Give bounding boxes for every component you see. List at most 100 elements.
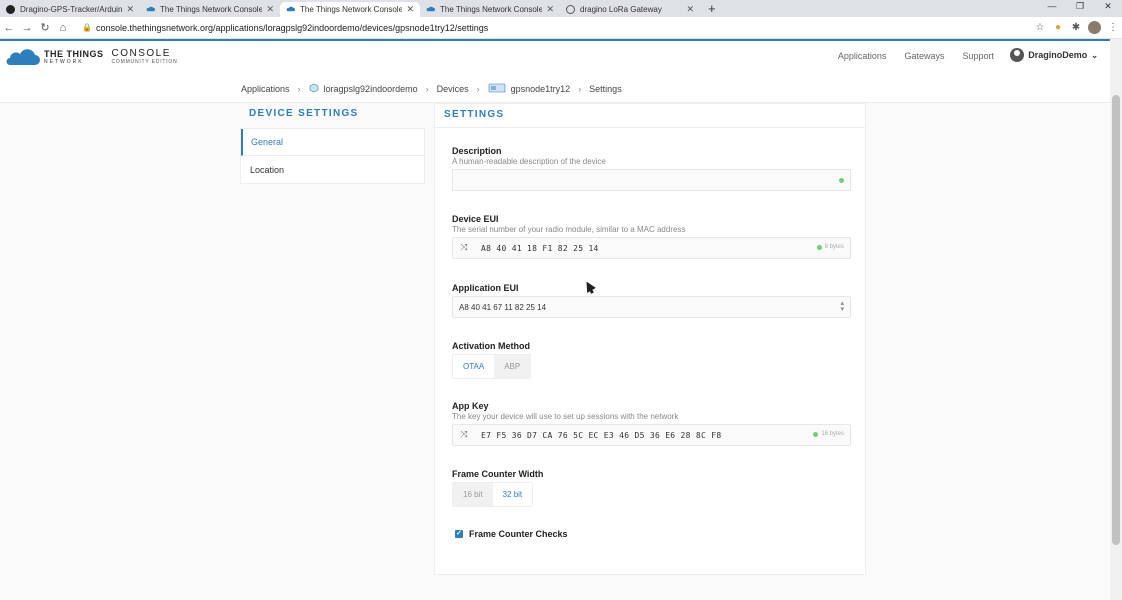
device-board-icon (488, 83, 506, 95)
browser-tab-3[interactable]: The Things Network Console ✕ (280, 2, 420, 17)
browser-tab-strip: Dragino-GPS-Tracker/Arduino GI ✕ The Thi… (0, 0, 1122, 17)
frame-counter-16bit-option[interactable]: 16 bit (453, 483, 493, 506)
activation-abp-option[interactable]: ABP (494, 355, 531, 378)
byte-count: 8 bytes (816, 244, 844, 250)
device-eui-value: A8 40 41 18 F1 82 25 14 (481, 243, 599, 253)
sidebar-item-location[interactable]: Location (241, 156, 424, 183)
breadcrumb-settings: Settings (589, 83, 622, 94)
browser-tab-2[interactable]: The Things Network Console ✕ (140, 2, 280, 17)
valid-indicator-icon (813, 431, 819, 437)
close-icon[interactable]: ✕ (266, 4, 274, 15)
user-avatar-icon (1010, 48, 1025, 62)
sidebar-item-general[interactable]: General (241, 129, 424, 156)
browser-tab-4[interactable]: The Things Network Console ✕ (420, 2, 560, 17)
device-eui-label: Device EUI (452, 214, 499, 224)
settings-title: SETTINGS (435, 104, 865, 128)
frame-counter-checks-label: Frame Counter Checks (469, 529, 568, 539)
checkbox-checked-icon[interactable]: ✓ (455, 530, 463, 538)
breadcrumb-devices[interactable]: Devices (437, 84, 469, 94)
shuffle-icon[interactable]: ⤨ (453, 430, 475, 440)
close-icon[interactable]: ✕ (406, 4, 414, 15)
logo-wordmark: THE THINGS NETWORK (44, 50, 104, 66)
browser-tab-title: The Things Network Console (440, 5, 543, 14)
breadcrumb-separator-icon: › (297, 83, 301, 94)
device-eui-field: Device EUI The serial number of your rad… (452, 214, 851, 259)
logo-console-text: CONSOLE (111, 48, 171, 59)
new-tab-icon[interactable]: + (708, 2, 716, 17)
page-scrollbar[interactable] (1110, 39, 1122, 600)
cloud-logo-icon (6, 49, 40, 65)
username: DraginoDemo (1028, 50, 1088, 60)
close-icon[interactable]: ✕ (126, 4, 134, 15)
app-eui-field: Application EUI A8 40 41 67 11 82 25 14 … (452, 283, 851, 318)
activation-method-toggle: OTAA ABP (452, 354, 532, 379)
profile-avatar[interactable] (1088, 21, 1101, 34)
device-eui-input[interactable]: ⤨ A8 40 41 18 F1 82 25 14 8 bytes (452, 237, 851, 259)
back-icon[interactable]: ← (0, 22, 18, 34)
description-help: A human-readable description of the devi… (452, 157, 606, 166)
device-settings-menu: General Location (240, 128, 425, 184)
breadcrumb-separator-icon: › (578, 83, 582, 94)
frame-counter-32bit-option[interactable]: 32 bit (492, 483, 533, 506)
logo-main-text: THE THINGS (44, 49, 104, 59)
description-input[interactable] (452, 169, 851, 191)
lock-icon[interactable]: 🔒 (82, 23, 92, 32)
chevron-down-icon: ⌄ (1091, 50, 1098, 60)
activation-otaa-option[interactable]: OTAA (453, 355, 495, 378)
valid-indicator-icon (839, 178, 844, 183)
star-icon[interactable]: ☆ (1031, 22, 1049, 33)
frame-counter-width-label: Frame Counter Width (452, 469, 544, 479)
frame-counter-checks-field: ✓ Frame Counter Checks (452, 529, 851, 539)
nav-support[interactable]: Support (962, 51, 994, 61)
menu-kebab-icon[interactable]: ⋮ (1104, 22, 1122, 33)
logo-edition-text: COMMUNITY EDITION (111, 59, 178, 65)
activation-method-field: Activation Method OTAA ABP (452, 341, 851, 379)
breadcrumb-application[interactable]: loragpslg92indoordemo (324, 84, 418, 94)
ttn-icon (426, 5, 435, 14)
cookie-extension-icon[interactable]: ● (1049, 22, 1067, 33)
console-header: THE THINGS NETWORK CONSOLE COMMUNITY EDI… (0, 39, 1110, 75)
app-eui-select[interactable]: A8 40 41 67 11 82 25 14 ▴ ▾ (452, 296, 851, 318)
nav-gateways[interactable]: Gateways (904, 51, 944, 61)
home-icon[interactable]: ⌂ (54, 22, 72, 34)
close-window-icon[interactable]: ✕ (1094, 0, 1122, 14)
window-controls: — ❐ ✕ (1038, 0, 1122, 14)
byte-count: 16 bytes (813, 431, 844, 437)
app-eui-value: A8 40 41 67 11 82 25 14 (459, 302, 547, 312)
activation-method-label: Activation Method (452, 341, 530, 351)
shuffle-icon[interactable]: ⤨ (453, 243, 475, 253)
browser-tab-title: The Things Network Console (160, 5, 263, 14)
restore-icon[interactable]: ❐ (1066, 0, 1094, 14)
logo-console: CONSOLE COMMUNITY EDITION (111, 48, 178, 66)
breadcrumb: Applications › loragpslg92indoordemo › D… (0, 75, 1110, 103)
ttn-logo[interactable]: THE THINGS NETWORK CONSOLE COMMUNITY EDI… (6, 49, 178, 67)
browser-tab-5[interactable]: dragino LoRa Gateway ✕ (560, 2, 700, 17)
app-key-input[interactable]: ⤨ E7 F5 36 D7 CA 76 5C EC E3 46 D5 36 E6… (452, 424, 851, 446)
frame-counter-width-field: Frame Counter Width 16 bit 32 bit (452, 469, 851, 507)
app-key-label: App Key (452, 401, 489, 411)
puzzle-extensions-icon[interactable]: ✱ (1067, 22, 1085, 33)
breadcrumb-device[interactable]: gpsnode1try12 (511, 84, 571, 94)
browser-tab-1[interactable]: Dragino-GPS-Tracker/Arduino GI ✕ (0, 2, 140, 17)
device-settings-title: DEVICE SETTINGS (249, 108, 359, 119)
breadcrumb-applications[interactable]: Applications (241, 84, 290, 94)
minimize-icon[interactable]: — (1038, 0, 1066, 14)
scrollbar-thumb[interactable] (1112, 95, 1120, 545)
forward-icon[interactable]: → (18, 22, 36, 34)
reload-icon[interactable]: ↻ (36, 21, 54, 34)
nav-applications[interactable]: Applications (838, 51, 887, 61)
application-cube-icon (309, 83, 319, 95)
app-key-value: E7 F5 36 D7 CA 76 5C EC E3 46 D5 36 E6 2… (481, 430, 722, 440)
device-eui-help: The serial number of your radio module, … (452, 225, 686, 234)
browser-tab-title: dragino LoRa Gateway (580, 5, 662, 14)
close-icon[interactable]: ✕ (686, 4, 694, 15)
frame-counter-width-toggle: 16 bit 32 bit (452, 482, 534, 507)
user-menu[interactable]: DraginoDemo ⌄ (1010, 48, 1098, 62)
github-icon (6, 5, 15, 14)
description-label: Description (452, 146, 502, 156)
frame-counter-checks-checkbox[interactable]: ✓ Frame Counter Checks (452, 529, 851, 539)
description-field: Description A human-readable description… (452, 146, 851, 191)
ttn-icon (146, 5, 155, 14)
close-icon[interactable]: ✕ (546, 4, 554, 15)
url-input[interactable]: console.thethingsnetwork.org/application… (96, 23, 1031, 33)
